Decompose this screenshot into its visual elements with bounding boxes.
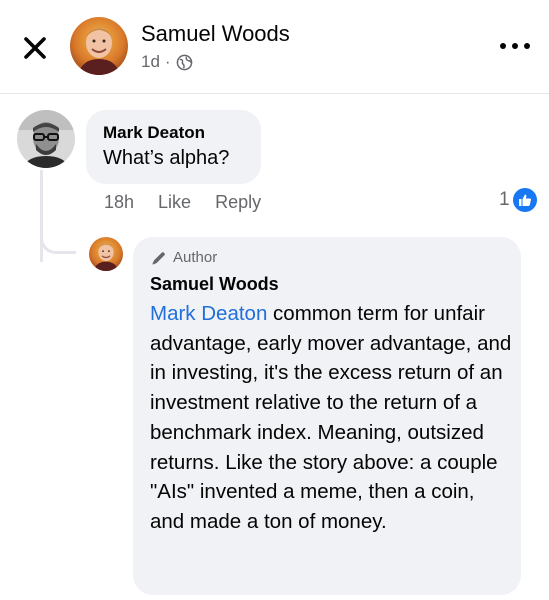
comment-bubble: Mark Deaton What’s alpha? bbox=[86, 110, 261, 184]
globe-icon[interactable] bbox=[176, 54, 193, 71]
author-badge-label: Author bbox=[173, 249, 218, 266]
reply-bubble: Author Samuel Woods Mark Deaton common t… bbox=[133, 237, 521, 595]
post-header: Samuel Woods 1d · bbox=[0, 0, 549, 94]
pencil-icon bbox=[152, 252, 165, 265]
reaction-summary[interactable]: 1 bbox=[499, 188, 537, 212]
comment-author-name[interactable]: Mark Deaton bbox=[103, 123, 244, 143]
reaction-count: 1 bbox=[499, 189, 510, 210]
like-icon bbox=[512, 188, 537, 212]
mention-link[interactable]: Mark Deaton bbox=[150, 302, 267, 325]
reply-text: Mark Deaton common term for unfair advan… bbox=[150, 299, 514, 537]
comment-actions: 18h Like Reply bbox=[104, 192, 261, 213]
author-badge: Author bbox=[150, 248, 504, 268]
post-age[interactable]: 1d bbox=[141, 52, 160, 72]
like-button[interactable]: Like bbox=[158, 192, 191, 213]
thread-connector bbox=[40, 226, 76, 254]
post-author-name[interactable]: Samuel Woods bbox=[141, 21, 290, 47]
meta-separator: · bbox=[164, 52, 171, 71]
avatar[interactable] bbox=[70, 17, 128, 75]
comment-text: What’s alpha? bbox=[103, 147, 230, 169]
post-meta: 1d · bbox=[141, 52, 193, 72]
more-options-icon[interactable] bbox=[497, 38, 533, 54]
thread-line bbox=[40, 170, 43, 262]
commenter-avatar[interactable] bbox=[17, 110, 75, 168]
close-icon[interactable] bbox=[20, 33, 50, 63]
reply-author-name[interactable]: Samuel Woods bbox=[150, 273, 504, 295]
reply-author-avatar[interactable] bbox=[89, 237, 123, 271]
comment-time[interactable]: 18h bbox=[104, 192, 134, 213]
reply-button[interactable]: Reply bbox=[215, 192, 261, 213]
reply-body: common term for unfair advantage, early … bbox=[150, 302, 512, 533]
